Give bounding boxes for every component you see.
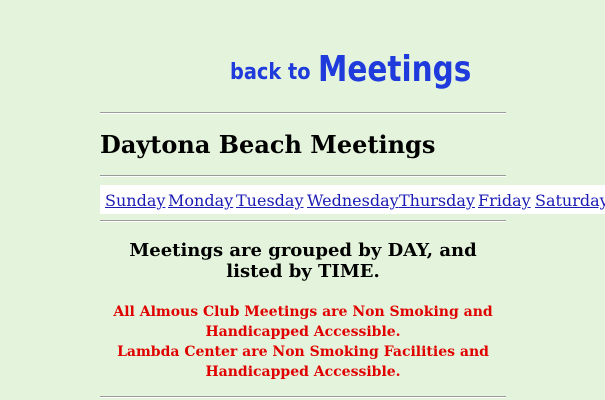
day-link-wednesday[interactable]: Wednesday <box>307 191 399 210</box>
day-link-sunday[interactable]: Sunday <box>105 191 165 210</box>
day-link-thursday[interactable]: Thursday <box>399 191 475 210</box>
divider-title <box>100 175 506 177</box>
day-link-friday[interactable]: Friday <box>478 191 531 210</box>
day-link-tuesday[interactable]: Tuesday <box>236 191 303 210</box>
divider-bottom <box>100 396 506 398</box>
back-to-meetings-link[interactable]: back to Meetings <box>230 50 480 102</box>
page-title: Daytona Beach Meetings <box>100 130 436 159</box>
accessibility-line: Lambda Center are Non Smoking Facilities… <box>117 344 489 360</box>
back-to-label: back to <box>230 60 311 85</box>
day-navigation: Sunday Monday Tuesday Wednesday Thursday… <box>100 185 605 214</box>
accessibility-line: Handicapped Accessible. <box>205 364 401 380</box>
accessibility-notice: All Almous Club Meetings are Non Smoking… <box>100 302 506 382</box>
day-link-saturday[interactable]: Saturday <box>535 191 605 210</box>
divider-nav <box>100 220 506 222</box>
divider-top <box>100 112 506 114</box>
grouping-notice: Meetings are grouped by DAY, and listed … <box>129 240 477 282</box>
meetings-label: Meetings <box>318 49 472 90</box>
day-link-monday[interactable]: Monday <box>168 191 233 210</box>
accessibility-line: All Almous Club Meetings are Non Smoking… <box>113 304 493 320</box>
accessibility-line: Handicapped Accessible. <box>205 324 401 340</box>
